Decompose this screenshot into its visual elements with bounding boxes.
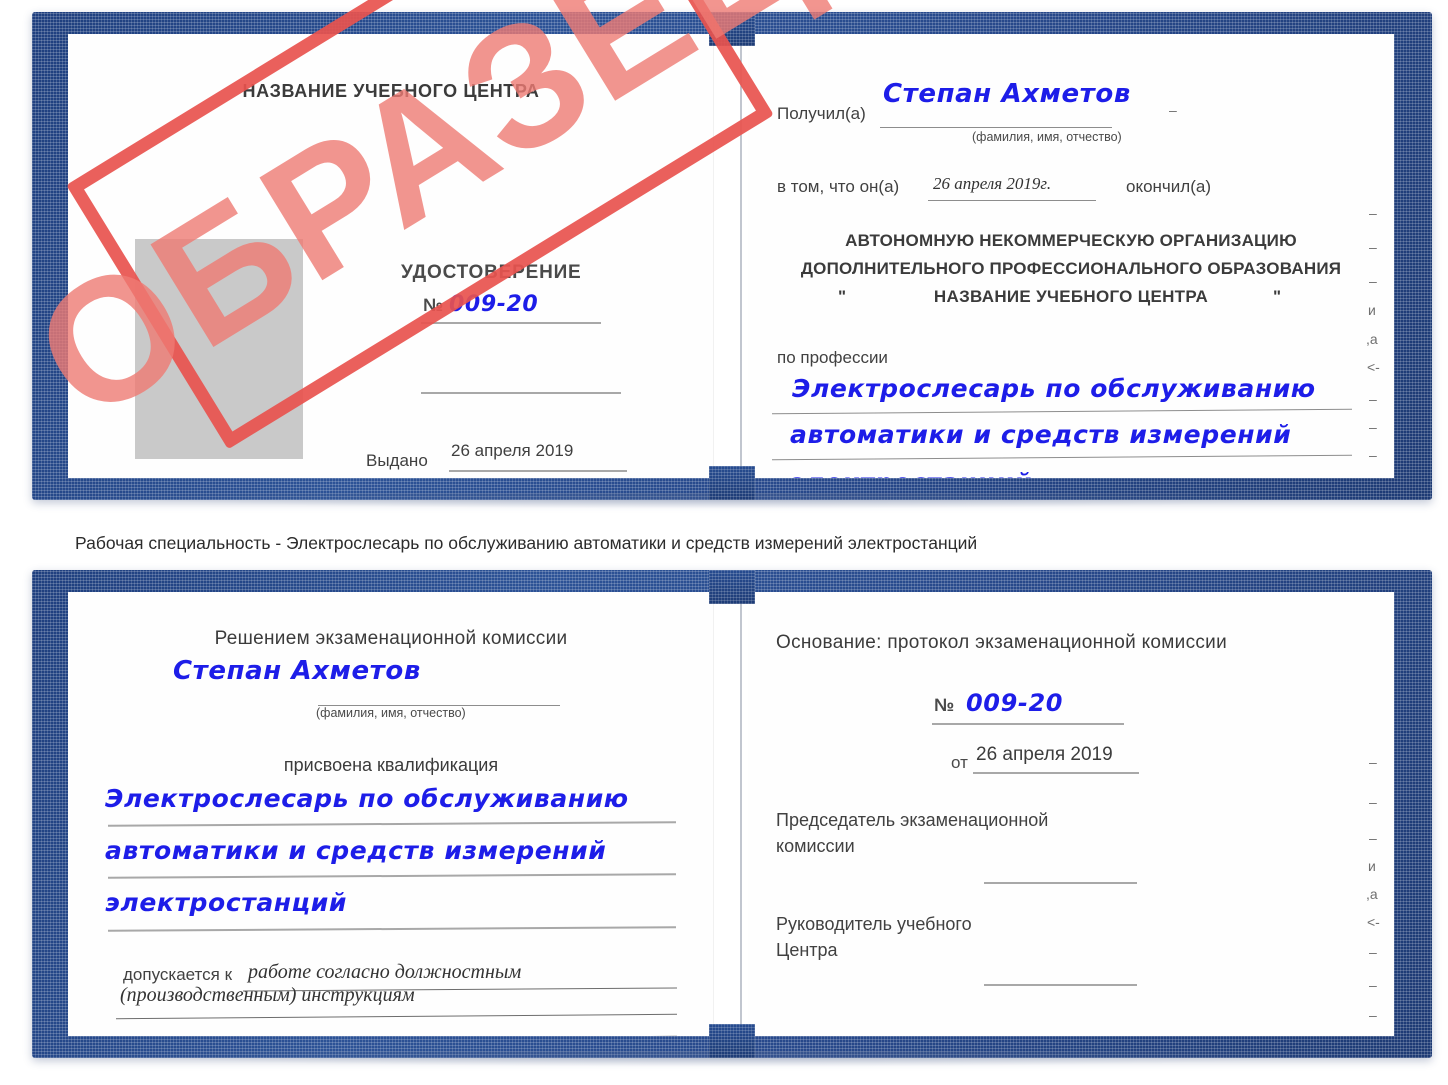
that-he-value: 26 апреля 2019г.	[933, 174, 1052, 193]
certificate-bottom: Решением экзаменационной комиссии Степан…	[32, 570, 1432, 1067]
qualification-rule-1	[107, 821, 677, 827]
organization-line-2: ДОПОЛНИТЕЛЬНОГО ПРОФЕССИОНАЛЬНОГО ОБРАЗО…	[800, 259, 1342, 278]
fio-hint-bottom: (фамилия, имя, отчество)	[316, 706, 466, 720]
certificate-bottom-right-page: Основание: протокол экзаменационной коми…	[748, 592, 1394, 1036]
that-he-rule	[928, 200, 1096, 201]
protocol-from-rule	[973, 772, 1139, 774]
chairman-signature-rule	[984, 882, 1137, 884]
admitted-line-2: (производственным) инструкциям	[120, 984, 415, 1006]
certificate-bottom-spine-tab-lower	[709, 1024, 755, 1058]
profession-line-2: автоматики и средств измерений	[790, 420, 1292, 449]
admitted-rule-2	[116, 1013, 677, 1020]
profession-line-1: Электрослесарь по обслуживанию	[792, 374, 1316, 403]
admitted-line-1: работе согласно должностным	[248, 961, 522, 983]
admitted-label: допускается к	[123, 965, 233, 984]
head-line-2: Центра	[776, 940, 838, 960]
blank-rule-middle	[421, 392, 621, 394]
protocol-from-label: от	[951, 753, 968, 772]
protocol-from-value: 26 апреля 2019	[976, 744, 1113, 765]
bleed-mark-b9: –	[1369, 1007, 1377, 1023]
bleed-mark-4: и	[1368, 302, 1376, 318]
bleed-mark-b2: –	[1369, 794, 1377, 810]
protocol-number-rule	[932, 723, 1124, 725]
certificate-top-spine	[740, 34, 742, 478]
bleed-mark-2: –	[1369, 239, 1377, 255]
document-type-label: УДОСТОВЕРЕНИЕ	[401, 262, 582, 283]
qualification-line-2: автоматики и средств измерений	[105, 836, 607, 865]
profession-label: по профессии	[777, 348, 888, 367]
qualification-rule-3	[107, 926, 677, 932]
qualification-rule-2	[107, 873, 677, 879]
protocol-number-label: №	[934, 695, 955, 715]
bleed-mark-b3: –	[1369, 830, 1377, 846]
bleed-mark-5: ,а	[1366, 331, 1378, 347]
head-signature-rule	[984, 984, 1137, 986]
organization-quote-close: "	[1273, 287, 1282, 306]
finished-label: окончил(а)	[1126, 177, 1211, 196]
received-rule	[880, 127, 1112, 128]
received-value: Степан Ахметов	[883, 79, 1131, 109]
bleed-mark-b4: и	[1368, 858, 1376, 874]
protocol-number-value: 009-20	[966, 689, 1064, 717]
profession-rule-2	[772, 454, 1352, 461]
profession-line-3: электростанций	[790, 468, 1032, 478]
bleed-mark-3: –	[1369, 273, 1377, 289]
qualification-line-3: электростанций	[105, 888, 348, 917]
organization-quote-open: "	[838, 287, 847, 306]
decision-label: Решением экзаменационной комиссии	[214, 628, 568, 649]
certificate-number-value: 009-20	[449, 292, 539, 317]
bleed-mark-9: –	[1369, 447, 1377, 463]
certificate-bottom-left-page: Решением экзаменационной комиссии Степан…	[68, 592, 714, 1036]
certificate-number-rule	[421, 322, 601, 324]
bleed-mark-6: <-	[1367, 359, 1380, 375]
bleed-mark-b5: ,а	[1366, 886, 1378, 902]
bleed-mark-7: –	[1369, 391, 1377, 407]
bleed-mark-b8: –	[1369, 977, 1377, 993]
qualification-label: присвоена квалификация	[283, 755, 499, 775]
certificate-top-spine-tab-upper	[709, 12, 755, 46]
organization-line-3: НАЗВАНИЕ УЧЕБНОГО ЦЕНТРА	[933, 287, 1209, 306]
certificate-top-spine-tab-lower	[709, 466, 755, 500]
chairman-line-2: комиссии	[776, 836, 855, 856]
training-center-name-top: НАЗВАНИЕ УЧЕБНОГО ЦЕНТРА	[242, 81, 540, 101]
fio-hint-top: (фамилия, имя, отчество)	[972, 130, 1122, 144]
bleed-mark-b6: <-	[1367, 914, 1380, 930]
certificate-bottom-spine	[740, 592, 742, 1036]
certificate-bottom-spine-tab-upper	[709, 570, 755, 604]
certificate-top-pages: НАЗВАНИЕ УЧЕБНОГО ЦЕНТРА УДОСТОВЕРЕНИЕ №…	[68, 34, 1394, 478]
profession-rule-1	[772, 408, 1352, 415]
certificate-top-right-page: Получил(а) Степан Ахметов (фамилия, имя,…	[748, 34, 1394, 478]
that-he-label: в том, что он(а)	[777, 177, 900, 196]
bleed-mark-b1: –	[1369, 754, 1377, 770]
received-label: Получил(а)	[777, 104, 866, 123]
head-line-1: Руководитель учебного	[776, 914, 972, 934]
page-caption: Рабочая специальность - Электрослесарь п…	[75, 533, 978, 553]
issued-label: Выдано	[366, 451, 428, 470]
bleed-mark-1: –	[1369, 205, 1377, 221]
issued-rule	[449, 470, 627, 472]
certificate-bottom-pages: Решением экзаменационной комиссии Степан…	[68, 592, 1394, 1036]
certificate-top: НАЗВАНИЕ УЧЕБНОГО ЦЕНТРА УДОСТОВЕРЕНИЕ №…	[32, 12, 1432, 509]
basis-label: Основание: протокол экзаменационной коми…	[776, 632, 1228, 653]
chairman-line-1: Председатель экзаменационной	[776, 810, 1049, 830]
certificate-number-label: №	[423, 295, 444, 315]
bleed-mark-8: –	[1369, 419, 1377, 435]
organization-line-1: АВТОНОМНУЮ НЕКОММЕРЧЕСКУЮ ОРГАНИЗАЦИЮ	[845, 231, 1297, 250]
bleed-mark-0: –	[1169, 102, 1177, 118]
bleed-mark-b7: –	[1369, 944, 1377, 960]
photo-placeholder	[135, 239, 303, 459]
issued-value: 26 апреля 2019	[451, 441, 574, 460]
certificate-top-left-page: НАЗВАНИЕ УЧЕБНОГО ЦЕНТРА УДОСТОВЕРЕНИЕ №…	[68, 34, 714, 478]
bleed-mark-10: –	[1369, 475, 1377, 478]
graduate-name-value: Степан Ахметов	[173, 656, 421, 686]
qualification-line-1: Электрослесарь по обслуживанию	[105, 784, 629, 813]
